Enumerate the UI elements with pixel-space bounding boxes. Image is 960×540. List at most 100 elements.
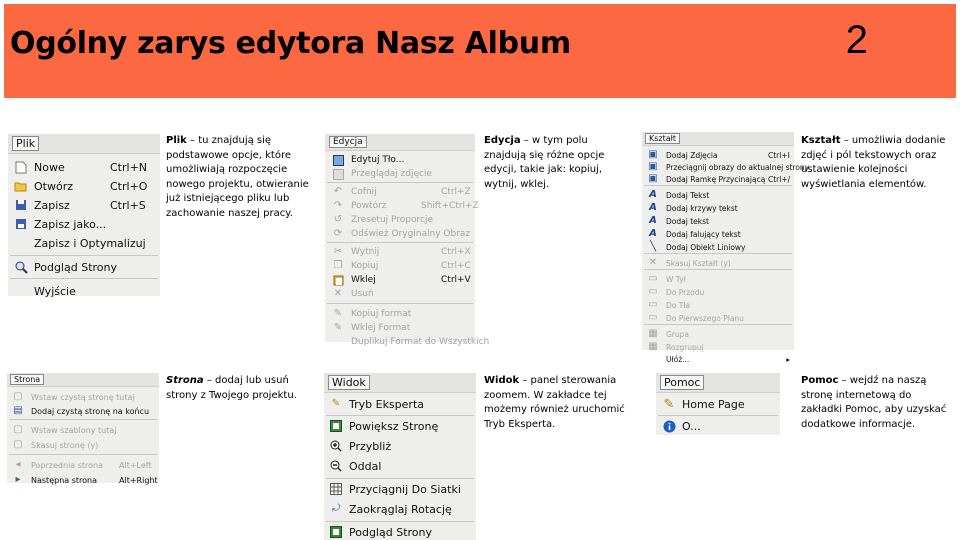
forward-icon: ▭ (648, 286, 658, 297)
menu-item-edytuj-tlo[interactable]: Edytuj Tło... (325, 153, 475, 167)
menu-item-podglad-strony[interactable]: Podgląd Strony (8, 260, 160, 274)
menu-pomoc: Pomoc ✎ Home Page O... (656, 373, 780, 435)
menu-separator (644, 269, 792, 270)
menu-edycja-title[interactable]: Edycja (325, 134, 475, 151)
menu-separator (10, 255, 158, 256)
menu-separator (644, 324, 792, 325)
zoom-page-icon (329, 419, 343, 433)
crop-frame-icon: ▣ (648, 173, 658, 184)
menu-item-zresetuj-proporcje[interactable]: ↺ Zresetuj Proporcje (325, 213, 475, 227)
menu-strona: Strona ▢ Wstaw czystą stronę tutaj ▤ Dodaj… (7, 373, 159, 485)
delete-icon: ✕ (333, 288, 343, 299)
menu-item-uloz[interactable]: Ułóż... ▸ (642, 352, 794, 366)
menu-item-nowe[interactable]: Nowe Ctrl+N (8, 160, 160, 174)
menu-item-wklej[interactable]: Wklej Ctrl+V (325, 273, 475, 287)
line-icon: ╲ (649, 241, 657, 252)
curved-text-icon: A (649, 202, 657, 213)
menu-item-grupa[interactable]: ▦ Grupa (642, 327, 794, 341)
menu-separator (327, 242, 473, 243)
menu-separator (326, 521, 474, 522)
menu-item-dodaj-czysta-strone[interactable]: ▤ Dodaj czystą stronę na końcu (7, 404, 159, 418)
menu-item-dodaj-falujacy-tekst[interactable]: A Dodaj falujący tekst (642, 227, 794, 241)
description-strona: Strona – dodaj lub usuń strony z Twojego… (166, 375, 297, 401)
menu-item-duplikuj-format[interactable]: Duplikuj Format do Wszystkich (325, 335, 489, 349)
menu-item-dodaj-tekst[interactable]: A Dodaj Tekst (642, 188, 794, 202)
menu-separator (326, 415, 474, 416)
menu-separator (9, 454, 157, 455)
wave-text-icon: A (649, 228, 657, 239)
menu-item-do-tla[interactable]: ▭ Do Tła (642, 298, 794, 312)
to-front-icon: ▭ (648, 312, 658, 323)
menu-item-wyjscie[interactable]: Wyjście (8, 284, 160, 298)
menu-item-zapisz-jako[interactable]: Zapisz jako... (8, 217, 160, 231)
menu-pomoc-title[interactable]: Pomoc (656, 373, 780, 393)
menu-item-do-pierwszego-planu[interactable]: ▭ Do Pierwszego Planu (642, 311, 794, 325)
menu-widok-title[interactable]: Widok (324, 373, 476, 393)
menu-item-wstaw-czysta-strone[interactable]: ▢ Wstaw czystą stronę tutaj (7, 390, 159, 404)
menu-item-powieksz-strone[interactable]: Powiększ Stronę (324, 419, 476, 433)
home-page-icon: ✎ (663, 396, 675, 412)
group-icon: ▦ (648, 328, 658, 339)
menu-item-wstaw-szablony[interactable]: ▢ Wstaw szablony tutaj (7, 423, 159, 437)
menu-item-skasuj-ksztalt[interactable]: ✕ Skasuj Kształt (y) (642, 256, 794, 270)
menu-item-otworz[interactable]: Otwórz Ctrl+O (8, 179, 160, 193)
folder-open-icon (14, 179, 28, 193)
menu-separator (644, 185, 792, 186)
menu-item-poprzednia-strona[interactable]: ◂ Poprzednia strona Alt+Left (7, 458, 159, 472)
description-ksztalt: Kształt – umożliwia dodanie zdjęć i pól … (801, 135, 946, 190)
insert-page-icon: ▢ (13, 391, 23, 402)
menu-item-podglad-strony-widok[interactable]: Podgląd Strony (324, 525, 476, 539)
prev-page-icon: ◂ (15, 459, 21, 470)
menu-item-zapisz-optymalizuj[interactable]: Zapisz i Optymalizuj (8, 236, 160, 250)
menu-item-cofnij[interactable]: ↶ Cofnij Ctrl+Z (325, 185, 475, 199)
menu-plik-title[interactable]: Plik (8, 134, 160, 154)
expert-mode-icon: ✎ (331, 398, 341, 409)
menu-item-dodaj-obiekt-liniowy[interactable]: ╲ Dodaj Obiekt Liniowy (642, 240, 794, 254)
undo-icon: ↶ (333, 186, 343, 197)
menu-item-w-tyl[interactable]: ▭ W Tył (642, 272, 794, 286)
save-icon (14, 198, 28, 212)
menu-item-przybliz[interactable]: Przybliż (324, 439, 476, 453)
menu-item-nastepna-strona[interactable]: ▸ Następna strona Alt+Right (7, 473, 159, 487)
menu-item-odswiez[interactable]: ⟳ Odśwież Oryginalny Obraz (325, 227, 475, 241)
menu-item-kopiuj[interactable]: ❐ Kopiuj Ctrl+C (325, 259, 475, 273)
next-page-icon: ▸ (15, 474, 21, 485)
menu-item-wytnij[interactable]: ✂ Wytnij Ctrl+X (325, 245, 475, 259)
menu-strona-title[interactable]: Strona (7, 373, 159, 387)
description-plik: Plik – tu znajdują się podstawowe opcje,… (166, 135, 309, 219)
menu-ksztalt-title[interactable]: Kształt (642, 132, 794, 146)
preview-icon (329, 525, 343, 539)
menu-item-o[interactable]: O... (656, 419, 780, 433)
new-file-icon (14, 160, 28, 174)
menu-item-powtorz[interactable]: ↷ Powtórz Shift+Ctrl+Z (325, 199, 479, 213)
paste-format-icon: ✎ (333, 322, 343, 333)
menu-item-przegladaj-zdjecie[interactable]: Przeglądaj zdjęcie (325, 167, 475, 181)
cut-icon: ✂ (333, 246, 343, 257)
description-widok: Widok – panel sterowania zoomem. W zakła… (484, 375, 625, 430)
menu-item-zaokraglaj-rotacje[interactable]: ⤾ Zaokrąglaj Rotację (324, 502, 476, 516)
menu-separator (327, 182, 473, 183)
menu-separator (326, 478, 474, 479)
menu-item-oddal[interactable]: Oddal (324, 459, 476, 473)
menu-item-skasuj-strone[interactable]: ▢ Skasuj stronę (y) (7, 438, 159, 452)
menu-item-dodaj-ramke[interactable]: ▣ Dodaj Ramkę Przycinającą Ctrl+/ (642, 172, 794, 186)
text-icon: A (649, 189, 657, 200)
page-title: Ogólny zarys edytora Nasz Album (10, 26, 571, 61)
menu-item-dodaj-krzywy-tekst[interactable]: A Dodaj krzywy tekst (642, 201, 794, 215)
menu-item-wklej-format[interactable]: ✎ Wklej Format (325, 321, 475, 335)
description-edycja: Edycja – w tym polu znajdują się różne o… (484, 135, 605, 190)
menu-separator (9, 419, 157, 420)
menu-item-usun[interactable]: ✕ Usuń (325, 287, 475, 301)
menu-item-przyciagnij-do-siatki[interactable]: Przyciągnij Do Siatki (324, 482, 476, 496)
back-icon: ▭ (648, 273, 658, 284)
menu-item-zapisz[interactable]: Zapisz Ctrl+S (8, 198, 160, 212)
submenu-arrow-icon: ▸ (786, 354, 790, 364)
menu-item-kopiuj-format[interactable]: ✎ Kopiuj format (325, 307, 475, 321)
menu-item-do-przodu[interactable]: ▭ Do Przodu (642, 285, 794, 299)
menu-item-dodaj-tekst-2[interactable]: A Dodaj tekst (642, 214, 794, 228)
copy-icon: ❐ (333, 260, 343, 271)
menu-item-home-page[interactable]: ✎ Home Page (656, 397, 780, 411)
menu-separator (327, 303, 473, 304)
title-bar: Ogólny zarys edytora Nasz Album 2 (4, 4, 956, 98)
menu-item-tryb-eksperta[interactable]: ✎ Tryb Eksperta (324, 397, 476, 411)
